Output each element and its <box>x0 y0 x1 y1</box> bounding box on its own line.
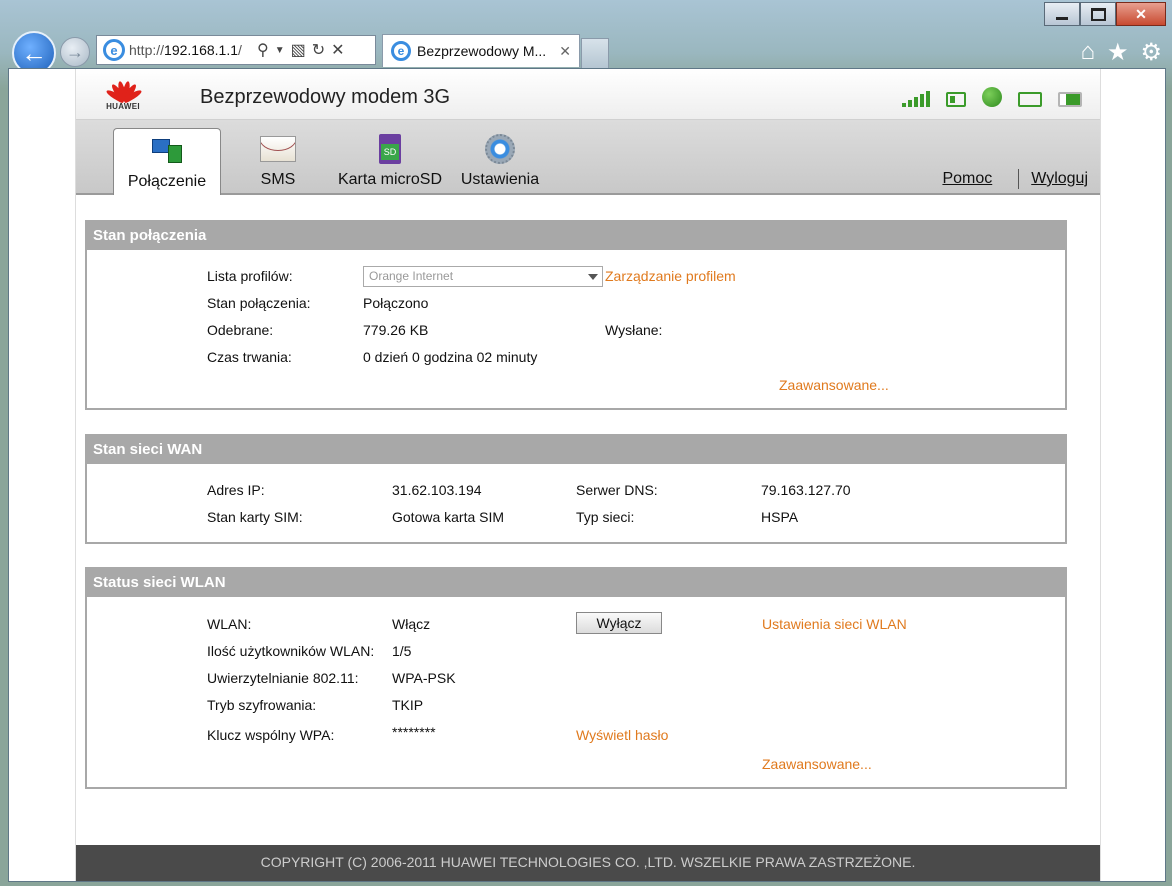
encryption-label: Tryb szyfrowania: <box>207 697 317 713</box>
sd-card-icon <box>372 133 408 165</box>
tab-sms[interactable]: SMS <box>228 128 328 193</box>
stop-icon[interactable]: ✕ <box>331 40 344 60</box>
window-controls: ✕ <box>1044 2 1166 26</box>
wlan-status-panel: Status sieci WLAN WLAN: Włącz Wyłącz Ust… <box>85 567 1067 789</box>
sim-card-icon <box>946 92 966 107</box>
link-divider <box>1018 169 1020 189</box>
wlan-label: WLAN: <box>207 616 252 632</box>
help-link[interactable]: Pomoc <box>942 170 992 188</box>
logout-link[interactable]: Wyloguj <box>1031 170 1088 188</box>
ip-value: 31.62.103.194 <box>392 482 482 498</box>
profile-label: Lista profilów: <box>207 268 293 284</box>
tab-microsd[interactable]: Karta microSD <box>334 128 446 193</box>
page-viewport: HUAWEI Bezprzewodowy modem 3G Połączenie <box>8 68 1166 882</box>
huawei-logo: HUAWEI <box>100 79 146 115</box>
tools-gear-icon[interactable]: ⚙ <box>1140 38 1162 67</box>
home-icon[interactable]: ⌂ <box>1080 38 1095 67</box>
sim-label: Stan karty SIM: <box>207 509 303 525</box>
connection-icon <box>149 135 185 167</box>
sent-label: Wysłane: <box>605 322 663 338</box>
signal-strength-icon <box>902 91 930 107</box>
tab-title: Bezprzewodowy M... <box>417 43 547 59</box>
state-value: Połączono <box>363 295 429 311</box>
wpa-key-label: Klucz wspólny WPA: <box>207 727 335 743</box>
forward-button[interactable]: → <box>60 37 90 67</box>
auth-label: Uwierzytelnianie 802.11: <box>207 670 359 686</box>
router-page: HUAWEI Bezprzewodowy modem 3G Połączenie <box>75 69 1101 881</box>
browser-toolbar-right: ⌂ ★ ⚙ <box>1080 38 1162 67</box>
arrow-left-icon: ← <box>21 37 47 68</box>
gear-icon <box>482 133 518 165</box>
state-label: Stan połączenia: <box>207 295 311 311</box>
network-type-value: HSPA <box>761 509 799 525</box>
sim-value: Gotowa karta SIM <box>392 509 505 525</box>
connection-advanced-link[interactable]: Zaawansowane... <box>779 377 889 393</box>
address-bar[interactable]: e http://192.168.1.1/ ⚲ ▼ ▧ ↻ ✕ <box>96 35 376 65</box>
favorites-star-icon[interactable]: ★ <box>1107 38 1129 67</box>
page-title: Bezprzewodowy modem 3G <box>200 86 451 108</box>
dns-label: Serwer DNS: <box>576 482 658 498</box>
envelope-icon <box>260 133 296 165</box>
maximize-button[interactable] <box>1080 2 1116 26</box>
page-footer: COPYRIGHT (C) 2006-2011 HUAWEI TECHNOLOG… <box>76 845 1100 881</box>
arrow-right-icon: → <box>66 41 84 62</box>
show-password-link[interactable]: Wyświetl hasło <box>576 727 668 743</box>
connection-status-panel: Stan połączenia Lista profilów: Orange I… <box>85 220 1067 410</box>
device-status-icons <box>902 87 1082 107</box>
address-url[interactable]: http://192.168.1.1/ <box>129 42 251 58</box>
auth-value: WPA-PSK <box>392 670 456 686</box>
dns-value: 79.163.127.70 <box>761 482 851 498</box>
wlan-users-label: Ilość użytkowników WLAN: <box>207 643 375 659</box>
profile-select[interactable]: Orange Internet <box>363 266 603 287</box>
tab-connection[interactable]: Połączenie <box>113 128 221 195</box>
ie-logo-icon: e <box>391 41 411 61</box>
wlan-toggle-button[interactable]: Wyłącz <box>576 612 662 634</box>
wlan-icon <box>1018 92 1042 107</box>
received-value: 779.26 KB <box>363 322 429 338</box>
duration-label: Czas trwania: <box>207 349 292 365</box>
close-window-button[interactable]: ✕ <box>1116 2 1166 26</box>
network-type-label: Typ sieci: <box>576 509 635 525</box>
new-tab-button[interactable] <box>581 38 609 68</box>
browser-tab[interactable]: e Bezprzewodowy M... ✕ <box>382 34 580 67</box>
panel-title: Stan połączenia <box>87 222 1065 250</box>
manage-profile-link[interactable]: Zarządzanie profilem <box>605 268 736 284</box>
panel-title: Stan sieci WAN <box>87 436 1065 464</box>
minimize-button[interactable] <box>1044 2 1080 26</box>
tab-settings[interactable]: Ustawienia <box>456 128 544 193</box>
search-icon[interactable]: ⚲ <box>257 40 269 60</box>
internet-globe-icon <box>982 87 1002 107</box>
refresh-icon[interactable]: ↻ <box>312 40 325 60</box>
browser-window: ✕ ← → e http://192.168.1.1/ ⚲ ▼ ▧ ↻ ✕ e … <box>0 0 1172 886</box>
wan-status-panel: Stan sieci WAN Adres IP: 31.62.103.194 S… <box>85 434 1067 544</box>
wlan-settings-link[interactable]: Ustawienia sieci WLAN <box>762 616 907 632</box>
ip-label: Adres IP: <box>207 482 265 498</box>
duration-value: 0 dzień 0 godzina 02 minuty <box>363 349 538 365</box>
encryption-value: TKIP <box>392 697 424 713</box>
dropdown-icon[interactable]: ▼ <box>275 45 285 56</box>
tab-close-icon[interactable]: ✕ <box>559 43 571 60</box>
panel-title: Status sieci WLAN <box>87 569 1065 597</box>
compatibility-icon[interactable]: ▧ <box>291 40 306 60</box>
wlan-users-value: 1/5 <box>392 643 412 659</box>
ie-logo-icon: e <box>103 39 125 61</box>
received-label: Odebrane: <box>207 322 274 338</box>
wlan-value: Włącz <box>392 616 431 632</box>
wpa-key-value: ******** <box>392 724 436 740</box>
wlan-advanced-link[interactable]: Zaawansowane... <box>762 756 872 772</box>
page-header: HUAWEI Bezprzewodowy modem 3G <box>76 69 1100 120</box>
battery-icon <box>1058 92 1082 107</box>
header-links: Pomoc Wyloguj <box>942 169 1088 189</box>
main-nav: Połączenie SMS Karta microSD Ustawienia … <box>76 120 1100 195</box>
